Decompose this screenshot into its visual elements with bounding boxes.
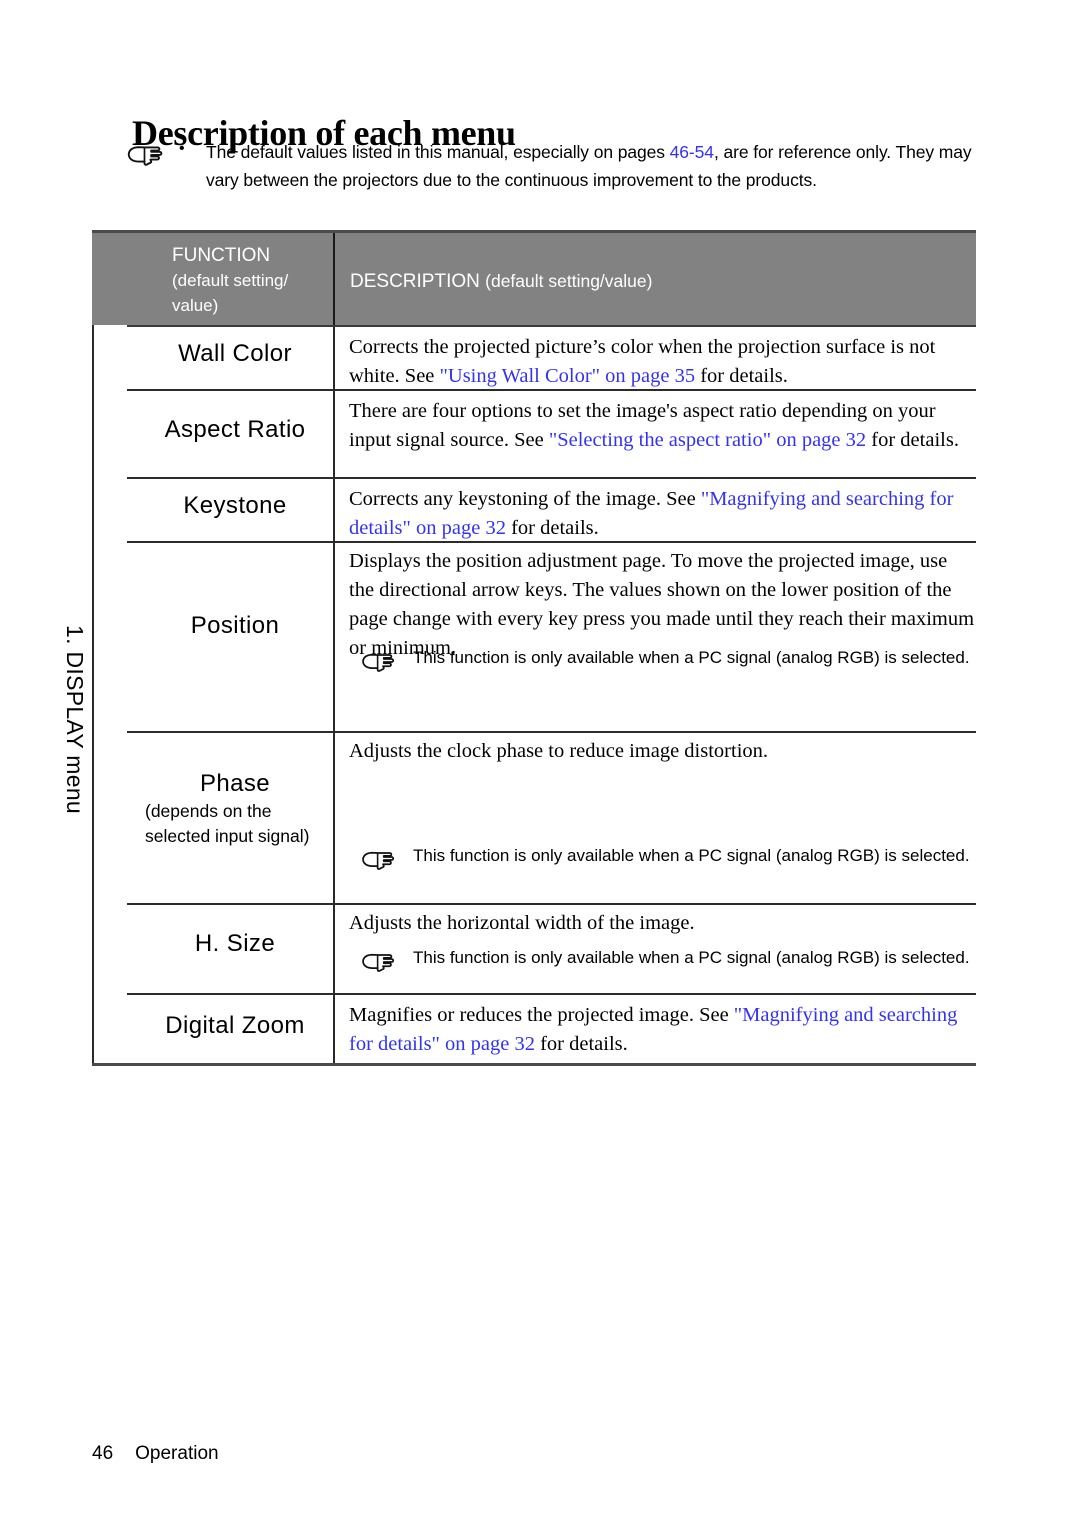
row-separator	[127, 903, 976, 905]
pointing-hand-icon	[357, 848, 397, 872]
availability-note: This function is only available when a P…	[335, 945, 1054, 975]
description-text: for details.	[505, 517, 599, 539]
table-row: Position Displays the position adjustment…	[92, 541, 976, 731]
description-text: Displays the position adjustment page. T…	[349, 550, 975, 659]
row-separator	[127, 325, 976, 327]
description-paragraph: Corrects the projected picture’s color w…	[349, 333, 976, 391]
description-cell: Magnifies or reduces the projected image…	[335, 1001, 976, 1059]
function-name: H. Size	[194, 930, 276, 957]
function-cell: Phase (depends on the selected input sign…	[127, 769, 333, 849]
table-header-row: FUNCTION (default setting/ value) DESCRI…	[92, 233, 976, 325]
pointing-hand-icon	[357, 950, 397, 974]
description-paragraph: Adjusts the clock phase to reduce image …	[349, 737, 976, 766]
footer-page-number: 46	[92, 1443, 114, 1464]
function-name: Aspect Ratio	[164, 416, 306, 443]
table-row: Keystone Corrects any keystoning of the i…	[92, 477, 976, 541]
description-cell: Corrects any keystoning of the image. Se…	[335, 485, 976, 543]
function-name: Keystone	[183, 492, 287, 519]
pointing-hand-icon	[124, 142, 164, 166]
top-note-text: The default values listed in this manual…	[206, 138, 984, 194]
function-cell: H. Size	[127, 929, 333, 959]
display-menu-side-label: 1. DISPLAY menu	[62, 625, 88, 815]
table-row: Wall Color Corrects the projected picture…	[92, 325, 976, 389]
availability-note: This function is only available when a P…	[335, 645, 1054, 675]
pointing-hand-icon	[357, 650, 397, 674]
availability-note-text: This function is only available when a P…	[413, 948, 970, 967]
column-header-function: FUNCTION (default setting/ value)	[172, 243, 332, 318]
function-name: Phase	[199, 770, 271, 797]
function-name: Digital Zoom	[165, 1012, 305, 1039]
cross-reference-link[interactable]: "Selecting the aspect ratio" on page 32	[549, 429, 866, 451]
description-text: Magnifies or reduces the projected image…	[349, 1004, 734, 1026]
description-paragraph: There are four options to set the image'…	[349, 397, 976, 455]
cross-reference-link[interactable]: "Using Wall Color" on page 35	[440, 365, 696, 387]
function-cell: Digital Zoom	[127, 1011, 333, 1041]
availability-note-text: This function is only available when a P…	[413, 648, 970, 667]
function-cell: Aspect Ratio	[127, 415, 333, 445]
footer-section-label: Operation	[135, 1443, 219, 1464]
row-separator	[127, 993, 976, 995]
table-row: Phase (depends on the selected input sign…	[92, 731, 976, 903]
top-note-page-link[interactable]: 46-54	[670, 142, 714, 162]
function-cell: Position	[127, 611, 333, 641]
note-bullet: •	[179, 140, 185, 157]
description-paragraph: Adjusts the horizontal width of the imag…	[349, 909, 976, 938]
availability-note-text: This function is only available when a P…	[413, 846, 970, 865]
description-text: for details.	[866, 429, 959, 451]
function-name: Wall Color	[178, 340, 292, 367]
column-header-description-title: DESCRIPTION	[350, 271, 480, 292]
description-cell: Adjusts the clock phase to reduce image …	[335, 737, 976, 766]
page-footer: 46 Operation	[92, 1443, 219, 1465]
description-text: Adjusts the clock phase to reduce image …	[349, 740, 769, 762]
row-separator	[127, 731, 976, 733]
availability-note: This function is only available when a P…	[335, 843, 1054, 873]
description-paragraph: Magnifies or reduces the projected image…	[349, 1001, 976, 1059]
document-page: Description of each menu • The default v…	[0, 0, 1080, 1529]
description-cell: Corrects the projected picture’s color w…	[335, 333, 976, 391]
top-note-text-before: The default values listed in this manual…	[206, 142, 670, 162]
function-name: Position	[190, 612, 280, 639]
description-text: for details.	[695, 365, 788, 387]
description-text: Corrects any keystoning of the image. Se…	[349, 488, 701, 510]
column-header-description-sub: (default setting/value)	[485, 271, 653, 291]
header-column-divider	[333, 233, 335, 325]
description-paragraph: Corrects any keystoning of the image. Se…	[349, 485, 976, 543]
column-header-function-sub: (default setting/ value)	[172, 271, 289, 315]
function-cell: Keystone	[127, 491, 333, 521]
description-cell: There are four options to set the image'…	[335, 397, 976, 455]
column-header-function-title: FUNCTION	[172, 245, 271, 266]
row-separator	[127, 541, 976, 543]
row-separator	[127, 477, 976, 479]
table-bottom-rule	[92, 1063, 976, 1066]
row-separator	[127, 389, 976, 391]
table-row: Aspect Ratio There are four options to se…	[92, 389, 976, 477]
table-row: H. Size Adjusts the horizontal width of t…	[92, 903, 976, 993]
description-text: for details.	[534, 1033, 628, 1055]
description-cell: Adjusts the horizontal width of the imag…	[335, 909, 976, 938]
description-text: Adjusts the horizontal width of the imag…	[349, 912, 695, 934]
function-default-value: (depends on the selected input signal)	[145, 801, 310, 846]
table-row: Digital Zoom Magnifies or reduces the pro…	[92, 993, 976, 1063]
function-cell: Wall Color	[127, 339, 333, 369]
column-header-description: DESCRIPTION (default setting/value)	[350, 269, 652, 294]
